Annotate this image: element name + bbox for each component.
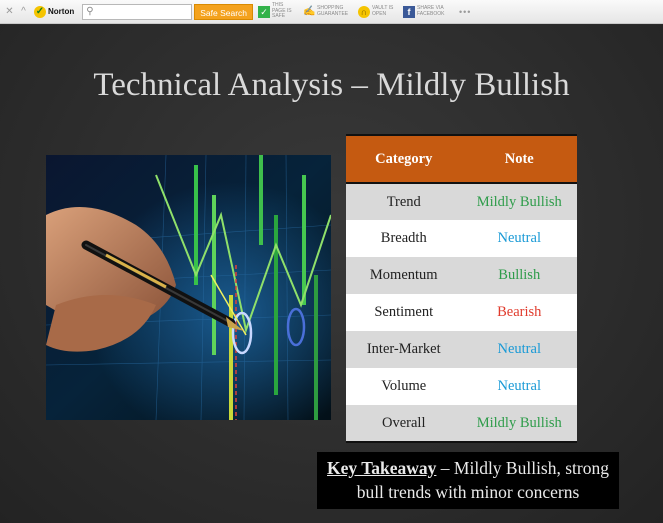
table-row: Sentiment Bearish — [346, 294, 577, 331]
safe-search-button[interactable]: Safe Search — [194, 3, 253, 20]
slide-title: Technical Analysis – Mildly Bullish — [93, 67, 570, 103]
note-cell: Neutral — [461, 331, 577, 368]
shopping-guarantee-indicator[interactable]: ✍ SHOPPING GUARANTEE — [303, 5, 353, 18]
more-options-icon[interactable]: ••• — [459, 7, 471, 17]
key-takeaway-text-line2: bull trends with minor concerns — [356, 482, 580, 502]
category-cell: Volume — [346, 368, 462, 405]
shopping-guarantee-icon: ✍ — [303, 5, 316, 17]
table-row: Overall Mildly Bullish — [346, 405, 577, 443]
note-cell: Mildly Bullish — [461, 183, 577, 220]
table-row: Momentum Bullish — [346, 257, 577, 294]
page-safe-indicator[interactable]: ✓ THIS PAGE IS SAFE — [258, 3, 298, 20]
note-cell: Neutral — [461, 220, 577, 257]
note-cell: Bullish — [461, 257, 577, 294]
norton-label: Norton — [48, 6, 75, 16]
category-cell: Inter-Market — [346, 331, 462, 368]
share-facebook-text: SHARE VIA FACEBOOK — [417, 5, 445, 17]
share-facebook-button[interactable]: f SHARE VIA FACEBOOK — [403, 5, 453, 18]
category-column-header: Category — [346, 134, 462, 184]
note-cell: Bearish — [461, 294, 577, 331]
search-input[interactable]: ⚲ — [82, 3, 193, 20]
category-cell: Momentum — [346, 257, 462, 294]
page-safe-text: THIS PAGE IS SAFE — [272, 2, 292, 20]
table-row: Volume Neutral — [346, 368, 577, 405]
key-takeaway-box: Key Takeaway – Mildly Bullish, strong bu… — [317, 452, 619, 509]
table-row: Breadth Neutral — [346, 220, 577, 257]
note-cell: Mildly Bullish — [461, 405, 577, 443]
search-icon: ⚲ — [86, 6, 94, 17]
note-column-header: Note — [461, 134, 577, 184]
table-row: Inter-Market Neutral — [346, 331, 577, 368]
table-header-row: Category Note — [346, 134, 577, 184]
note-cell: Neutral — [461, 368, 577, 405]
key-takeaway-label: Key Takeaway — [327, 458, 437, 478]
presentation-slide: Technical Analysis – Mildly Bullish Cate… — [0, 25, 663, 523]
table-row: Trend Mildly Bullish — [346, 183, 577, 220]
norton-logo[interactable]: ✓ Norton — [34, 5, 75, 18]
category-cell: Overall — [346, 405, 462, 443]
chevron-up-icon[interactable]: ^ — [19, 6, 28, 17]
close-icon[interactable]: ✕ — [5, 6, 14, 17]
stock-chart-photo — [46, 155, 331, 420]
norton-check-icon: ✓ — [34, 5, 46, 18]
technical-analysis-table: Category Note Trend Mildly Bullish Bread… — [346, 134, 577, 443]
vault-indicator[interactable]: ∩ VAULT IS OPEN — [358, 5, 398, 18]
vault-text: VAULT IS OPEN — [372, 5, 394, 17]
key-takeaway-text-line1: – Mildly Bullish, strong — [436, 458, 609, 478]
facebook-icon: f — [403, 5, 415, 18]
category-cell: Trend — [346, 183, 462, 220]
checkmark-icon: ✓ — [258, 5, 270, 18]
norton-toolbar: ✕ ^ ✓ Norton ⚲ Safe Search ✓ THIS PAGE I… — [0, 0, 663, 24]
category-cell: Breadth — [346, 220, 462, 257]
lock-icon: ∩ — [358, 5, 370, 18]
shopping-guarantee-text: SHOPPING GUARANTEE — [317, 5, 349, 17]
category-cell: Sentiment — [346, 294, 462, 331]
